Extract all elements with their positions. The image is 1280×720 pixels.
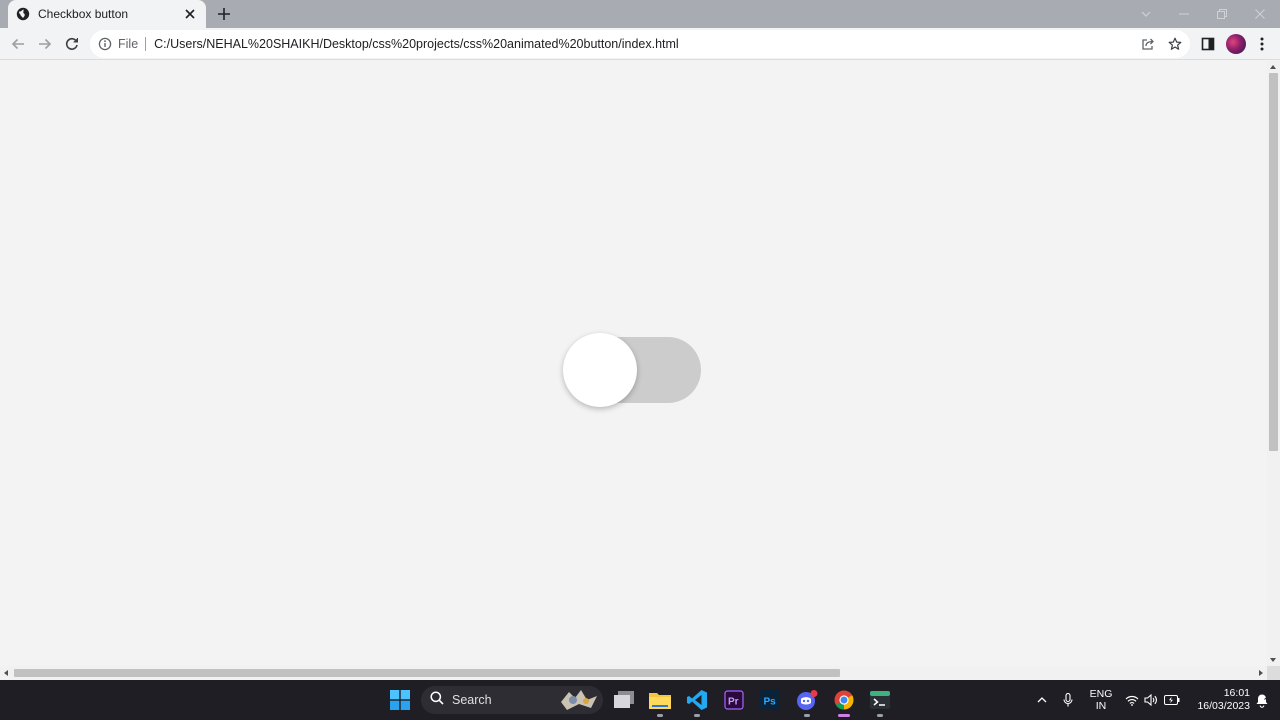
new-tab-button[interactable]: [215, 5, 233, 23]
running-indicator: [804, 714, 810, 717]
search-highlight-icon: [559, 688, 599, 712]
browser-tab[interactable]: Checkbox button: [8, 0, 206, 28]
chrome-icon[interactable]: [832, 688, 856, 717]
battery-charging-icon[interactable]: [1160, 688, 1184, 712]
horizontal-scrollbar[interactable]: [0, 666, 1267, 680]
address-bar[interactable]: File C:/Users/NEHAL%20SHAIKH/Desktop/css…: [90, 30, 1190, 58]
tab-title: Checkbox button: [38, 7, 129, 21]
profile-avatar[interactable]: [1226, 34, 1246, 54]
vscode-icon[interactable]: [685, 688, 709, 717]
horizontal-scroll-thumb[interactable]: [14, 669, 840, 677]
search-icon: [430, 690, 444, 710]
tab-strip: Checkbox button: [0, 0, 1280, 28]
windows-taskbar: Search Pr Ps ENG IN 16:01 16/03/2023: [0, 680, 1280, 720]
microphone-icon[interactable]: [1056, 688, 1080, 712]
premiere-icon[interactable]: Pr: [722, 688, 746, 712]
scroll-right-arrow-icon[interactable]: [1259, 670, 1263, 676]
running-indicator: [877, 714, 883, 717]
photoshop-icon[interactable]: Ps: [758, 688, 782, 712]
task-view-icon[interactable]: [612, 688, 636, 712]
taskbar-clock[interactable]: 16:01 16/03/2023: [1186, 687, 1250, 713]
svg-text:Ps: Ps: [764, 697, 777, 708]
discord-icon[interactable]: [795, 688, 819, 717]
scrollbar-corner: [1267, 666, 1280, 680]
scroll-left-arrow-icon[interactable]: [4, 670, 8, 676]
taskbar-search[interactable]: Search: [421, 686, 603, 714]
notification-bell-icon[interactable]: [1250, 688, 1274, 712]
clock-date: 16/03/2023: [1197, 700, 1250, 712]
close-window-button[interactable]: [1241, 0, 1279, 28]
svg-text:Pr: Pr: [728, 697, 739, 708]
checkbox-toggle[interactable]: [563, 333, 701, 407]
language-code: ENG: [1089, 688, 1113, 700]
scroll-up-arrow-icon[interactable]: [1270, 65, 1276, 69]
share-icon[interactable]: [1138, 34, 1158, 54]
file-explorer-icon[interactable]: [648, 688, 672, 717]
scroll-down-arrow-icon[interactable]: [1270, 658, 1276, 662]
minimize-button[interactable]: [1165, 0, 1203, 28]
close-tab-icon[interactable]: [182, 6, 198, 22]
region-code: IN: [1095, 700, 1107, 712]
show-hidden-icons-chevron-icon[interactable]: [1030, 688, 1054, 712]
browser-toolbar: File C:/Users/NEHAL%20SHAIKH/Desktop/css…: [0, 28, 1280, 60]
running-indicator: [694, 714, 700, 717]
bookmark-star-icon[interactable]: [1165, 34, 1185, 54]
omnibox-divider: [145, 37, 147, 51]
vertical-scrollbar[interactable]: [1267, 61, 1280, 666]
forward-arrow-icon[interactable]: [33, 32, 57, 56]
vertical-scroll-thumb[interactable]: [1269, 73, 1278, 451]
more-menu-icon[interactable]: [1250, 32, 1274, 56]
start-icon[interactable]: [388, 688, 412, 712]
page-viewport: [0, 61, 1267, 666]
running-indicator: [657, 714, 663, 717]
tab-search-icon[interactable]: [1127, 0, 1165, 28]
scheme-label: File: [118, 37, 139, 51]
reload-icon[interactable]: [60, 32, 84, 56]
globe-icon: [16, 7, 30, 21]
language-indicator[interactable]: ENG IN: [1087, 688, 1115, 712]
clock-time: 16:01: [1223, 687, 1250, 699]
back-arrow-icon[interactable]: [6, 32, 30, 56]
toggle-knob: [563, 333, 637, 407]
restore-button[interactable]: [1203, 0, 1241, 28]
terminal-icon[interactable]: [868, 688, 892, 717]
search-label: Search: [452, 693, 492, 707]
running-indicator: [838, 714, 850, 717]
side-panel-icon[interactable]: [1196, 32, 1220, 56]
url-text[interactable]: C:/Users/NEHAL%20SHAIKH/Desktop/css%20pr…: [154, 37, 679, 51]
site-info-icon[interactable]: [98, 37, 112, 51]
